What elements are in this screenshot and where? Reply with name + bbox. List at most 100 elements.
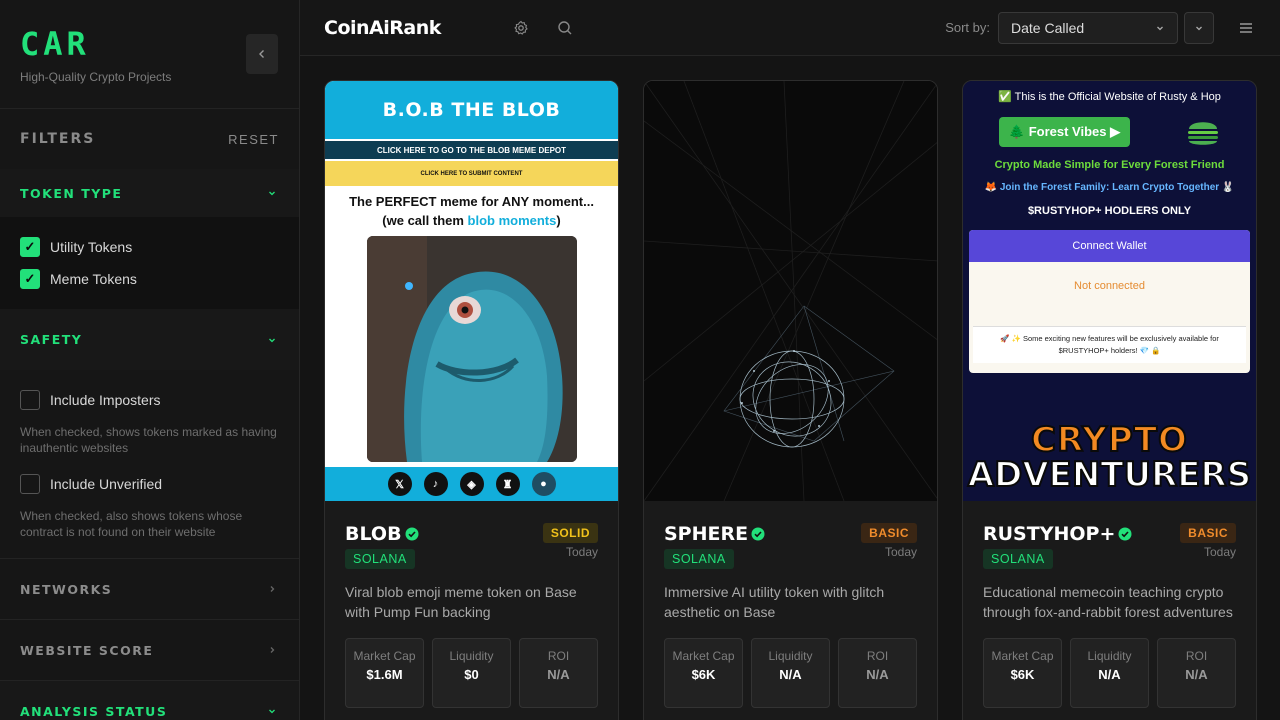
chevron-down-icon (269, 709, 275, 714)
blob-avatar-icon[interactable]: ● (531, 472, 556, 496)
called-time: Today (1203, 545, 1236, 559)
rusty-official-banner: ✅ This is the Official Website of Rusty … (998, 91, 1221, 103)
filters-title: FILTERS (20, 131, 96, 147)
section-title-website-score: WEBSITE SCORE (20, 642, 154, 658)
token-name-row: BLOB SOLID (345, 523, 598, 545)
token-card-rustyhop[interactable]: ✅ This is the Official Website of Rusty … (962, 80, 1257, 720)
rusty-wallet-panel: Connect Wallet Not connected 🚀 ✨ Some ex… (969, 230, 1250, 373)
token-type-section-toggle[interactable]: TOKEN TYPE (0, 169, 299, 217)
stat-label: ROI (1185, 649, 1208, 663)
blob-preview-subheadline: (we call them blob moments) (325, 213, 618, 228)
token-stats: Market Cap $6K Liquidity N/A ROI N/A (983, 638, 1236, 708)
token-type-options: ✓ Utility Tokens ✓ Meme Tokens (0, 217, 299, 309)
blob-preview-link: CLICK HERE TO GO TO THE BLOB MEME DEPOT (325, 141, 618, 159)
utility-tokens-option[interactable]: ✓ Utility Tokens (20, 231, 279, 263)
called-time: Today (884, 545, 917, 559)
menu-button[interactable] (1236, 18, 1256, 38)
brand-tagline: High-Quality Crypto Projects (20, 70, 172, 84)
check-icon: ✓ (24, 239, 36, 254)
include-imposters-checkbox[interactable] (20, 390, 40, 410)
include-unverified-checkbox[interactable] (20, 474, 40, 494)
token-name-text: RUSTYHOP+ (983, 523, 1116, 545)
token-stats: Market Cap $6K Liquidity N/A ROI N/A (664, 638, 917, 708)
gear-icon (514, 20, 528, 35)
tiktok-icon[interactable]: ♪ (423, 472, 448, 496)
sort-label: Sort by: (945, 20, 990, 35)
stat-label: Market Cap (991, 649, 1054, 663)
adventurers-logo-text: ADVENTURERS (967, 455, 1252, 495)
chain-badge: SOLANA (983, 549, 1053, 569)
stat-value: N/A (1098, 667, 1121, 682)
meme-tokens-label: Meme Tokens (50, 271, 137, 287)
token-description: Immersive AI utility token with glitch a… (664, 584, 885, 620)
token-stats: Market Cap $1.6M Liquidity $0 ROI N/A (345, 638, 598, 708)
safety-section-toggle[interactable]: SAFETY (0, 309, 299, 370)
lion-icon[interactable]: ♜ (495, 472, 520, 496)
reset-filters-button[interactable]: RESET (228, 132, 279, 147)
sort-direction-button[interactable] (1184, 11, 1214, 44)
tier-badge: BASIC (1180, 523, 1236, 543)
stat-label: Market Cap (672, 649, 735, 663)
verified-badge-icon (405, 527, 419, 541)
check-icon: ✓ (24, 271, 36, 286)
meme-tokens-checkbox[interactable]: ✓ (20, 269, 40, 289)
sort-select[interactable]: Date Called (998, 11, 1178, 44)
include-imposters-help: When checked, shows tokens marked as hav… (20, 425, 277, 455)
search-button[interactable] (555, 18, 575, 38)
rusty-feature-note: 🚀 ✨ Some exciting new features will be e… (973, 326, 1246, 363)
website-score-section-toggle[interactable]: WEBSITE SCORE (0, 620, 299, 680)
token-grid: B.O.B THE BLOB CLICK HERE TO GO TO THE B… (300, 56, 1280, 720)
section-title-safety: SAFETY (20, 332, 83, 347)
brand-logo: CAR (20, 25, 90, 63)
market-cap-stat: Market Cap $6K (664, 638, 743, 708)
token-name-text: BLOB (345, 523, 402, 545)
rusty-hero-row: 🌲 Forest Vibes ▶ (963, 117, 1256, 147)
roi-stat: ROI N/A (838, 638, 917, 708)
forest-vibes-button: 🌲 Forest Vibes ▶ (998, 117, 1131, 147)
connect-wallet-button: Connect Wallet (969, 230, 1250, 262)
wallet-status: Not connected (1074, 280, 1145, 292)
stat-value: $6K (691, 667, 716, 682)
chevron-right-icon (270, 647, 275, 653)
stat-label: Liquidity (449, 649, 494, 663)
stat-label: Market Cap (353, 649, 416, 663)
include-unverified-option[interactable]: Include Unverified (20, 468, 279, 500)
token-description: Viral blob emoji meme token on Base with… (345, 584, 577, 620)
networks-section-toggle[interactable]: NETWORKS (0, 559, 299, 619)
token-card-sphere[interactable]: SPHERE BASIC SOLANA Today Immersive AI u… (643, 80, 938, 720)
collapse-sidebar-button[interactable] (246, 34, 278, 74)
liquidity-stat: Liquidity N/A (1070, 638, 1149, 708)
chevron-down-icon (1157, 26, 1163, 30)
stat-value: N/A (779, 667, 802, 682)
stat-value: $6K (1010, 667, 1035, 682)
safety-options: Include Imposters When checked, shows to… (0, 370, 299, 558)
meme-tokens-option[interactable]: ✓ Meme Tokens (20, 263, 279, 295)
called-time: Today (565, 545, 598, 559)
token-name-text: SPHERE (664, 523, 749, 545)
token-name: SPHERE (664, 523, 765, 545)
blob-character-icon (366, 236, 577, 462)
settings-button[interactable] (511, 18, 531, 38)
chain-badge: SOLANA (345, 549, 415, 569)
chevron-down-icon (269, 191, 275, 196)
crypto-logo-text: CRYPTO (1030, 420, 1188, 460)
utility-tokens-checkbox[interactable]: ✓ (20, 237, 40, 257)
token-description: Educational memecoin teaching crypto thr… (983, 584, 1233, 620)
chevron-left-icon (259, 50, 264, 58)
analysis-status-section-toggle[interactable]: ANALYSIS STATUS (0, 681, 299, 720)
stat-label: Liquidity (1087, 649, 1132, 663)
token-card-image (644, 81, 937, 501)
token-name: BLOB (345, 523, 419, 545)
app-title[interactable]: CoinAiRank (324, 17, 441, 39)
crypto-adventurers-logo: CRYPTO ADVENTURERS (963, 420, 1256, 495)
dexscreener-icon[interactable]: ◈ (459, 472, 484, 496)
include-imposters-option[interactable]: Include Imposters (20, 384, 279, 416)
main-content: CoinAiRank Sort by: Date Called B.O.B TH… (300, 0, 1280, 720)
blob-sub-highlight: blob moments (467, 213, 557, 228)
sort-select-value: Date Called (1011, 19, 1085, 36)
blob-preview-title: B.O.B THE BLOB (325, 81, 618, 139)
token-card-body: SPHERE BASIC SOLANA Today Immersive AI u… (644, 501, 937, 708)
rusty-holders: $RUSTYHOP+ HODLERS ONLY (1027, 205, 1192, 217)
x-icon[interactable]: 𝕏 (387, 472, 412, 496)
token-card-blob[interactable]: B.O.B THE BLOB CLICK HERE TO GO TO THE B… (324, 80, 619, 720)
